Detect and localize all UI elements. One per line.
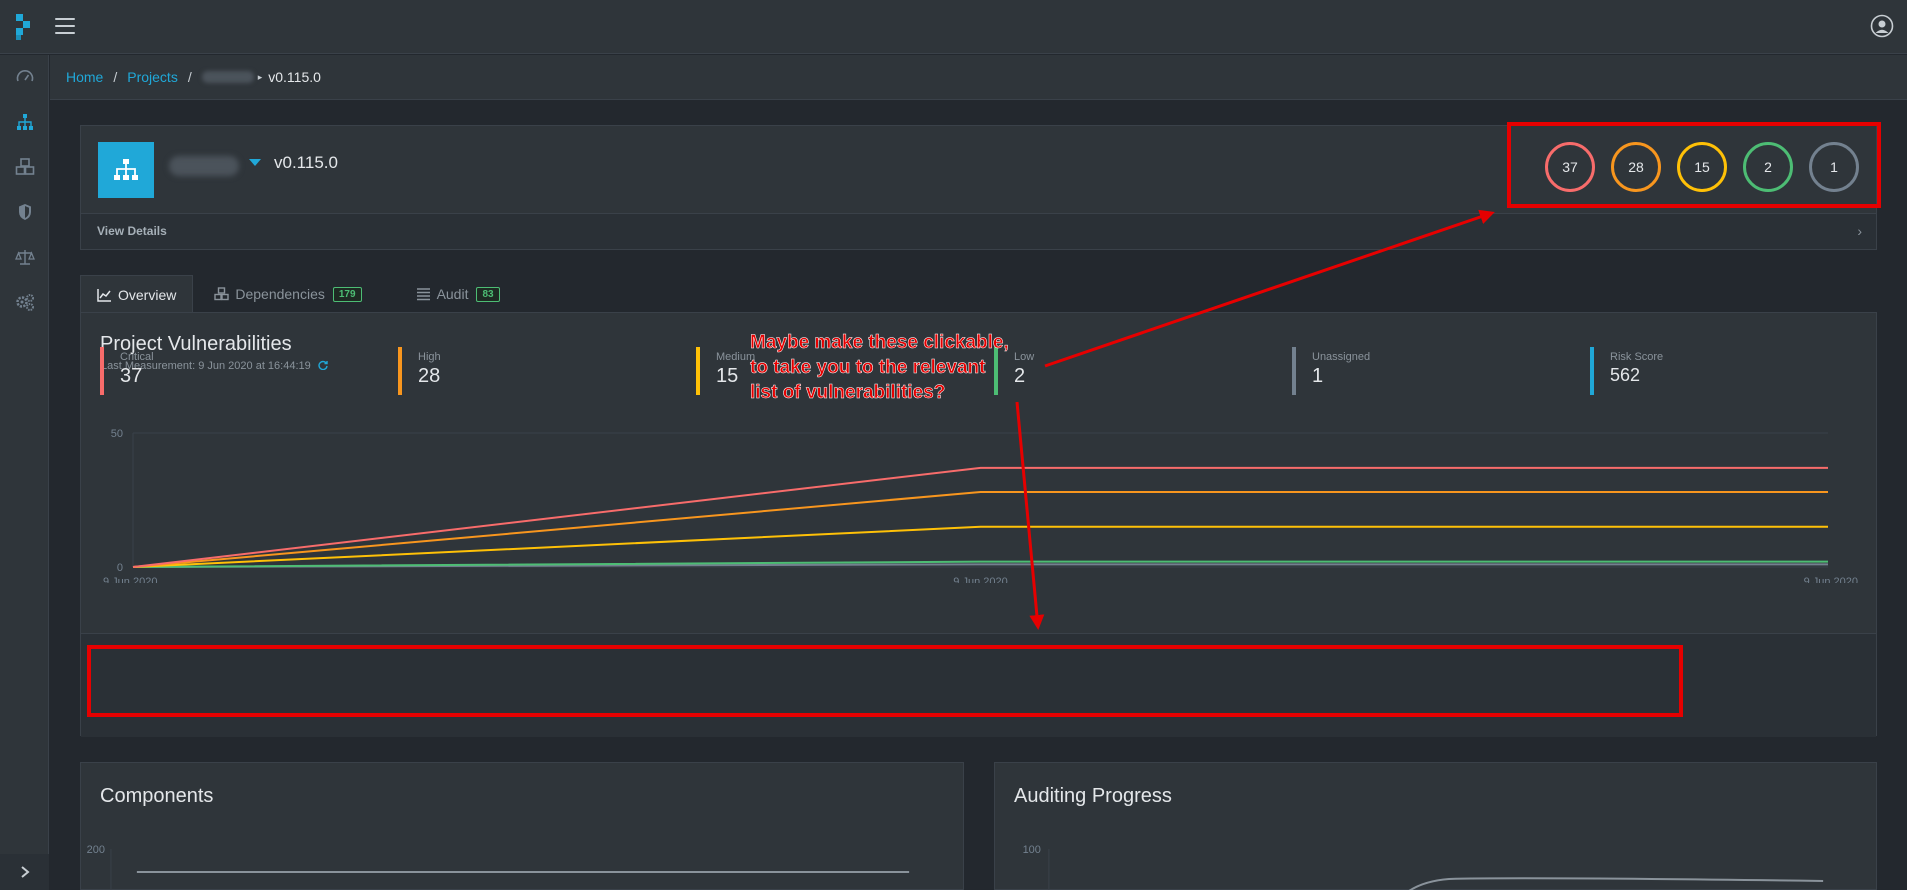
severity-high-count[interactable]: 28 xyxy=(1611,142,1661,192)
metric-unassigned-label: Unassigned xyxy=(1312,351,1371,363)
metric-risk-score-label: Risk Score xyxy=(1610,351,1664,363)
breadcrumb: Home / Projects / ▸ v0.115.0 xyxy=(50,55,1907,100)
sidebar xyxy=(0,55,49,890)
metric-critical-value: 37 xyxy=(120,365,143,387)
components-title: Components xyxy=(100,785,214,807)
chart-x-tick-label: 9 Jun 2020 xyxy=(953,576,1007,583)
refresh-icon[interactable] xyxy=(318,360,328,371)
metric-critical-label: Critical xyxy=(120,351,154,363)
project-header-card: v0.115.0 View Details › xyxy=(80,125,1877,250)
chart-x-tick-label: 9 Jun 2020 xyxy=(103,576,157,583)
audit-count-badge: 83 xyxy=(476,286,500,302)
annotation-line-2: to take you to the relevant xyxy=(750,357,986,379)
components-y-tick: 200 xyxy=(87,844,105,856)
auditing-progress-card: Auditing Progress 100 xyxy=(994,762,1877,890)
sidebar-item-licenses[interactable] xyxy=(0,237,49,277)
chart-y-tick-label: 0 xyxy=(117,562,123,574)
severity-metrics-footer xyxy=(81,633,1876,737)
dependencies-count-badge: 179 xyxy=(332,286,362,302)
cubes-icon xyxy=(214,287,230,301)
severity-unassigned-count[interactable]: 1 xyxy=(1809,142,1859,192)
sidebar-minimize-button[interactable] xyxy=(0,854,49,890)
project-sitemap-icon xyxy=(98,142,154,198)
severity-critical-count[interactable]: 37 xyxy=(1545,142,1595,192)
menu-toggle-icon[interactable] xyxy=(55,18,75,36)
view-details-link[interactable]: View Details xyxy=(97,224,167,238)
vulnerabilities-line-chart: 50 0 9 Jun 2020 9 Jun 2020 9 Jun 2020 xyxy=(103,428,1858,583)
redacted-project-name xyxy=(201,71,254,83)
dependency-track-logo-icon[interactable] xyxy=(14,12,36,42)
metric-high-label: High xyxy=(418,351,441,363)
project-version-dropdown-icon[interactable] xyxy=(249,159,261,166)
metric-risk-score[interactable]: Risk Score 562 xyxy=(1590,347,1663,395)
chart-x-tick-label: 9 Jun 2020 xyxy=(1804,576,1858,583)
project-tabs: Overview Dependencies 179 Audit 83 xyxy=(80,275,517,313)
sidebar-item-vulnerabilities[interactable] xyxy=(0,192,49,232)
severity-low-count[interactable]: 2 xyxy=(1743,142,1793,192)
view-details-bar[interactable]: View Details › xyxy=(81,213,1876,249)
tab-dependencies[interactable]: Dependencies 179 xyxy=(197,275,378,313)
tab-overview[interactable]: Overview xyxy=(80,275,194,313)
chart-series-line-0 xyxy=(132,466,1828,568)
sidebar-item-dashboard[interactable] xyxy=(0,57,49,97)
metric-critical[interactable]: Critical 37 xyxy=(100,347,154,395)
sidebar-item-projects[interactable] xyxy=(0,102,49,142)
tab-audit[interactable]: Audit 83 xyxy=(399,275,517,313)
chevron-right-icon: › xyxy=(1857,223,1862,239)
gears-icon xyxy=(15,294,34,311)
shield-icon xyxy=(18,204,31,220)
sidebar-item-components[interactable] xyxy=(0,147,49,187)
metric-risk-score-value: 562 xyxy=(1610,365,1641,385)
sidebar-item-administration[interactable] xyxy=(0,282,49,322)
metric-high-value: 28 xyxy=(418,365,441,387)
speedometer-icon xyxy=(16,70,33,82)
chart-y-tick-label: 50 xyxy=(111,428,123,440)
top-header xyxy=(0,0,1907,54)
annotation-note: Maybe make these clickable, to take you … xyxy=(750,330,1070,405)
annotation-line-3: list of vulnerabilities? xyxy=(750,382,946,404)
severity-medium-count[interactable]: 15 xyxy=(1677,142,1727,192)
auditing-progress-chart: 100 xyxy=(1023,844,1824,890)
breadcrumb-separator: / xyxy=(113,69,118,85)
sitemap-icon xyxy=(16,114,33,130)
breadcrumb-home-link[interactable]: Home xyxy=(66,69,103,85)
user-account-icon[interactable] xyxy=(1870,14,1894,38)
project-version: v0.115.0 xyxy=(274,153,338,172)
metric-unassigned-value: 1 xyxy=(1312,365,1324,387)
tasks-icon xyxy=(416,288,430,301)
metric-medium[interactable]: Medium 15 xyxy=(696,347,755,395)
breadcrumb-caret-icon: ▸ xyxy=(257,71,263,82)
auditing-series-line xyxy=(1408,877,1824,890)
auditing-progress-title: Auditing Progress xyxy=(1014,785,1172,807)
components-chart: 200 xyxy=(87,844,910,890)
chevron-right-icon xyxy=(20,866,30,878)
breadcrumb-current: v0.115.0 xyxy=(268,69,321,85)
tab-dependencies-label: Dependencies xyxy=(235,286,325,302)
metric-unassigned[interactable]: Unassigned 1 xyxy=(1292,347,1370,395)
metric-high[interactable]: High 28 xyxy=(398,347,441,395)
line-chart-icon xyxy=(97,288,111,302)
app: Home / Projects / ▸ v0.115.0 v0.115.0 Vi… xyxy=(0,0,1907,890)
redacted-project-title xyxy=(169,156,239,176)
breadcrumb-projects-link[interactable]: Projects xyxy=(127,69,178,85)
annotation-line-1: Maybe make these clickable, xyxy=(750,332,1009,354)
balance-scale-icon xyxy=(14,250,35,265)
auditing-y-tick: 100 xyxy=(1023,844,1041,856)
tab-overview-label: Overview xyxy=(118,286,177,303)
components-card: Components 200 xyxy=(80,762,964,890)
breadcrumb-separator: / xyxy=(187,69,192,85)
cubes-icon xyxy=(15,158,34,175)
tab-audit-label: Audit xyxy=(436,286,469,302)
